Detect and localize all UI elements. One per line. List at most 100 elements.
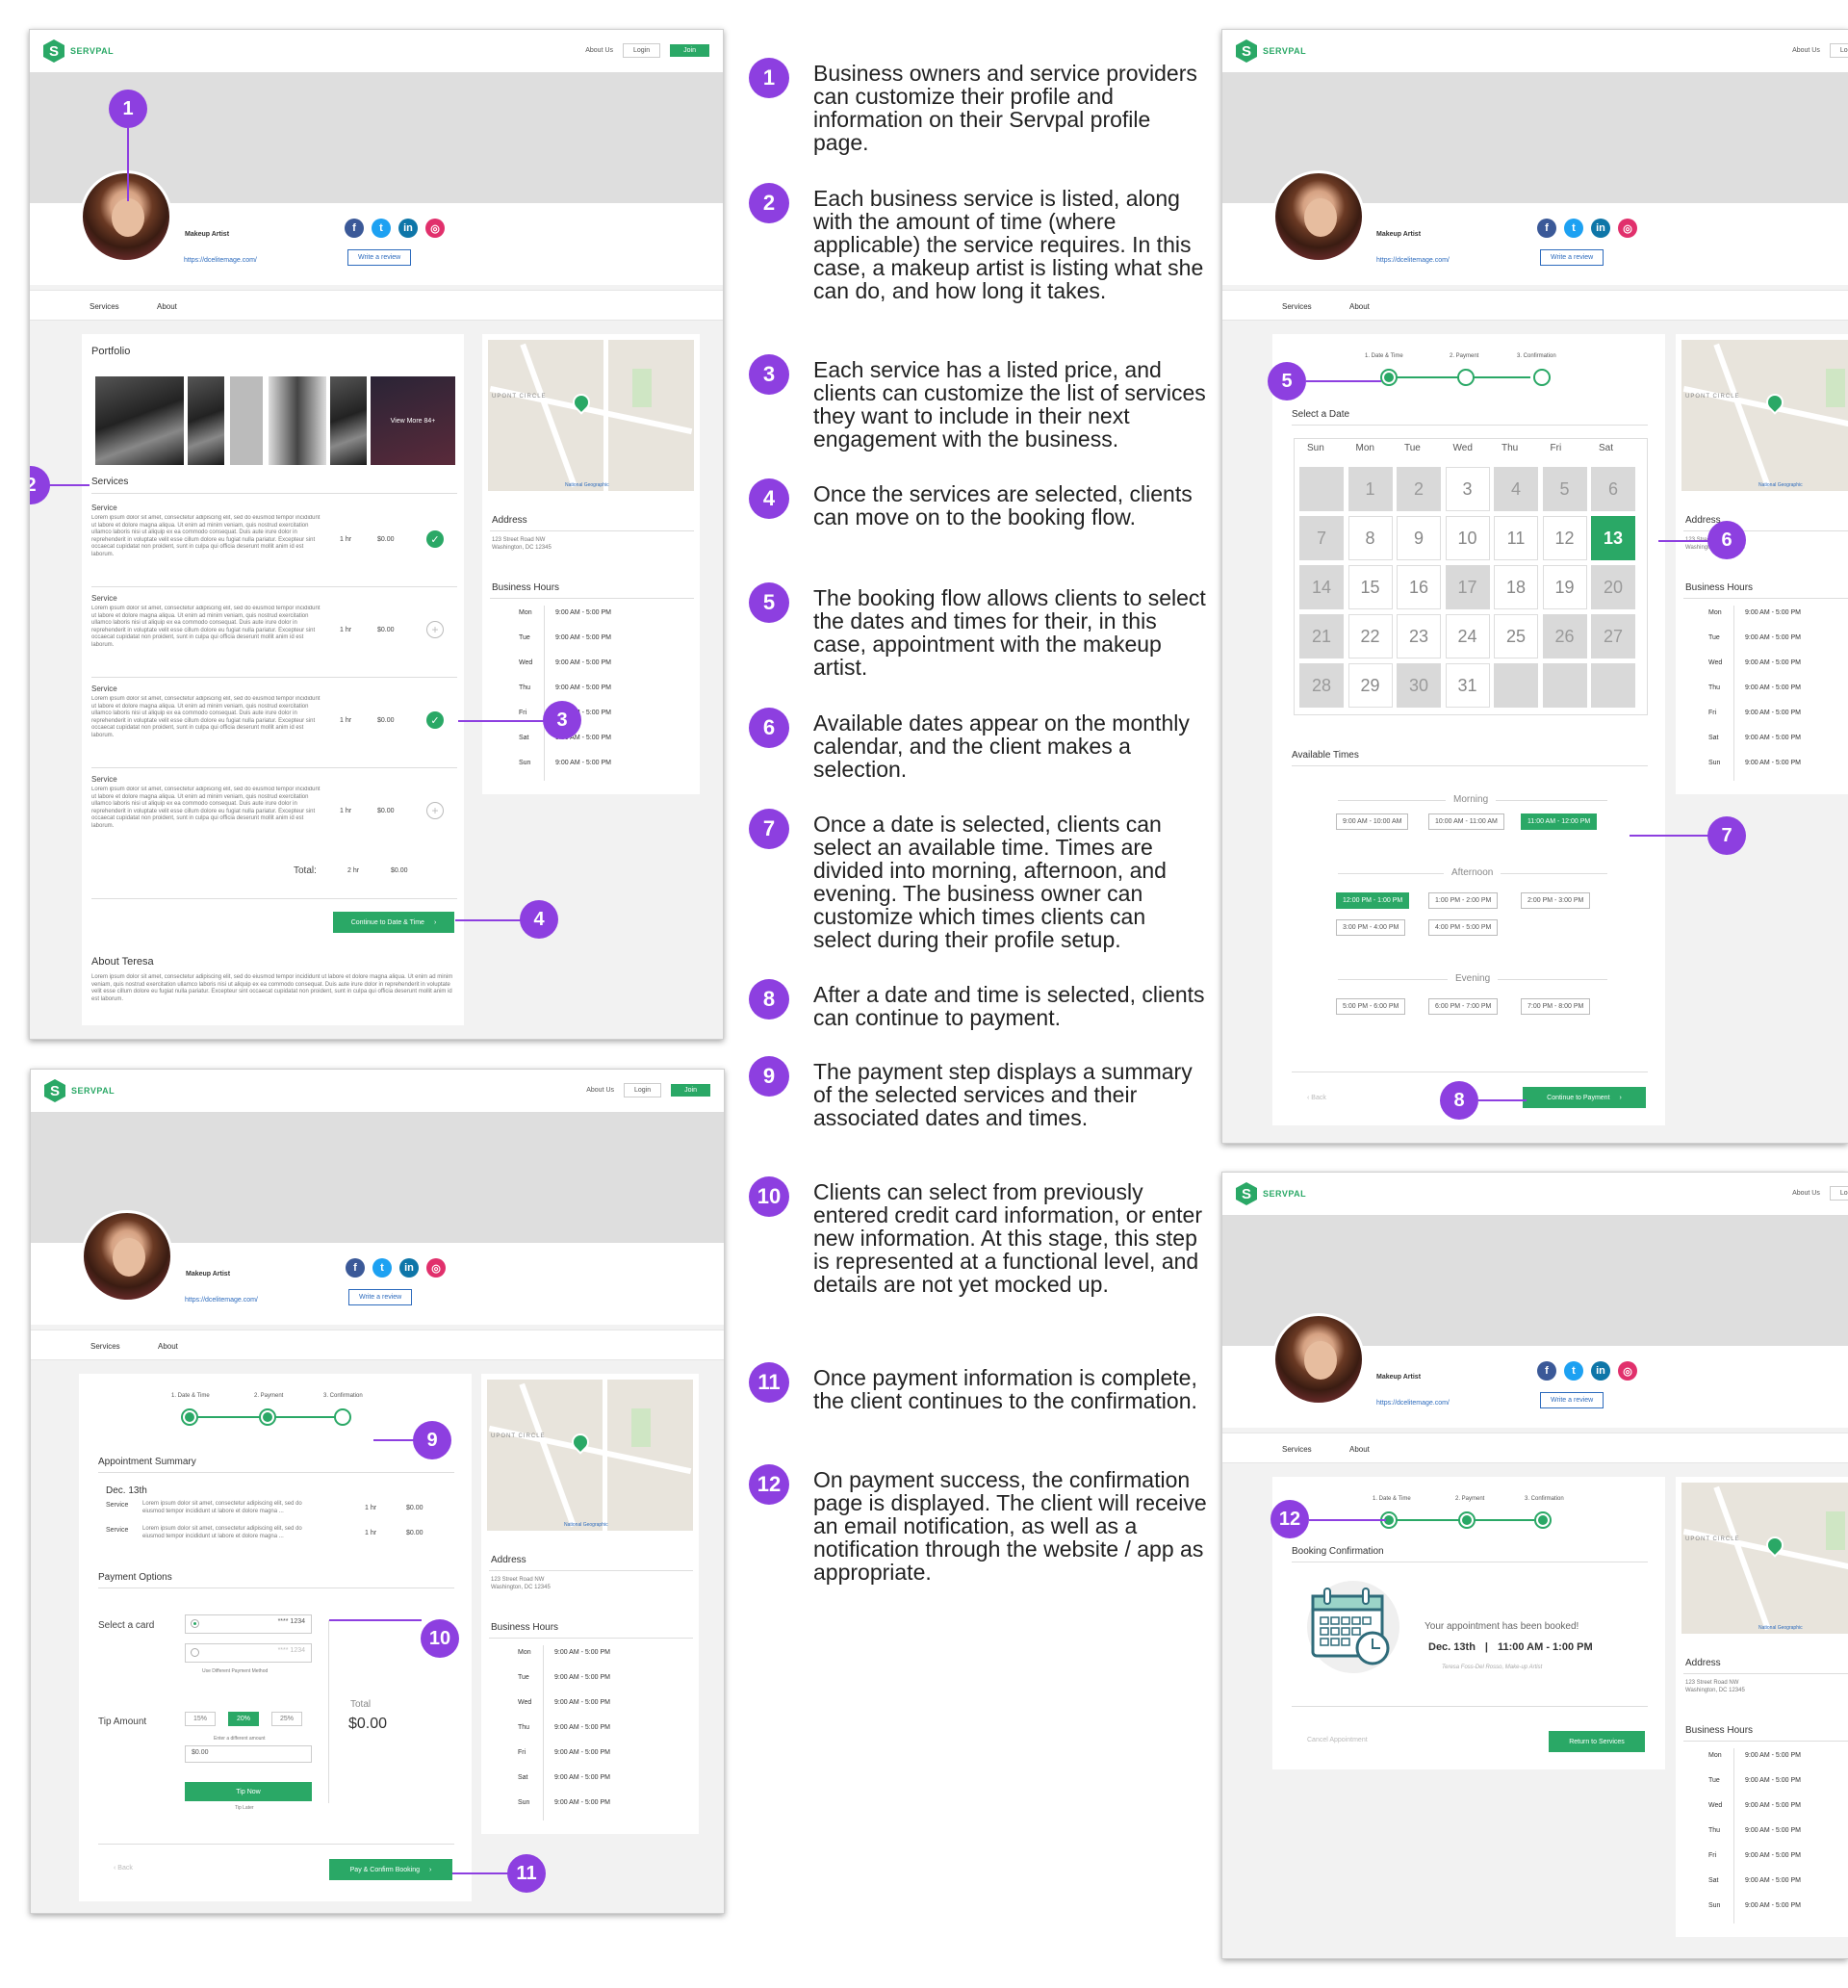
time-slot[interactable]: 7:00 PM - 8:00 PM xyxy=(1521,998,1591,1015)
portfolio-image[interactable] xyxy=(230,376,263,465)
card-option-2[interactable]: **** 1234 xyxy=(185,1643,312,1663)
calendar-day[interactable]: 3 xyxy=(1445,467,1490,511)
join-button[interactable]: Join xyxy=(671,1084,710,1097)
calendar-day[interactable]: 12 xyxy=(1542,516,1587,560)
servpal-logo[interactable]: S SERVPAL xyxy=(44,1079,115,1102)
tab-services[interactable]: Services xyxy=(1282,1445,1312,1454)
different-method-link[interactable]: Use Different Payment Method xyxy=(202,1668,268,1676)
instagram-icon[interactable]: ◎ xyxy=(1618,1361,1637,1381)
back-button[interactable]: ‹ Back xyxy=(114,1865,133,1872)
calendar-day[interactable]: 24 xyxy=(1445,614,1490,658)
twitter-icon[interactable]: t xyxy=(372,1258,392,1278)
about-us-link[interactable]: About Us xyxy=(586,1087,614,1094)
twitter-icon[interactable]: t xyxy=(1564,1361,1583,1381)
portfolio-image[interactable] xyxy=(188,376,224,465)
portfolio-image[interactable] xyxy=(95,376,184,465)
about-us-link[interactable]: About Us xyxy=(1792,47,1820,54)
calendar-day[interactable]: 10 xyxy=(1445,516,1490,560)
facebook-icon[interactable]: f xyxy=(1537,219,1556,238)
facebook-icon[interactable]: f xyxy=(346,1258,365,1278)
location-map[interactable]: UPONT CIRCLE National Geographic xyxy=(488,340,694,491)
calendar-day[interactable]: 15 xyxy=(1348,565,1393,609)
time-slot[interactable]: 1:00 PM - 2:00 PM xyxy=(1428,892,1499,909)
linkedin-icon[interactable]: in xyxy=(1591,219,1610,238)
portfolio-image[interactable] xyxy=(330,376,367,465)
twitter-icon[interactable]: t xyxy=(372,219,391,238)
location-map[interactable]: UPONT CIRCLE National Geographic xyxy=(1681,340,1848,491)
calendar-day[interactable]: 9 xyxy=(1397,516,1441,560)
servpal-logo[interactable]: S SERVPAL xyxy=(43,39,114,63)
join-button[interactable]: Join xyxy=(670,44,709,57)
time-slot[interactable]: 5:00 PM - 6:00 PM xyxy=(1336,998,1406,1015)
calendar-day[interactable]: 16 xyxy=(1397,565,1441,609)
login-button[interactable]: Login xyxy=(1829,1186,1848,1201)
back-button[interactable]: ‹ Back xyxy=(1307,1095,1326,1101)
tab-about[interactable]: About xyxy=(1349,1445,1370,1454)
card-option-1[interactable]: **** 1234 xyxy=(185,1614,312,1634)
tab-services[interactable]: Services xyxy=(90,1342,120,1351)
calendar-day[interactable]: 31 xyxy=(1445,663,1490,708)
time-slot[interactable]: 3:00 PM - 4:00 PM xyxy=(1336,919,1406,936)
add-icon[interactable]: + xyxy=(426,621,444,638)
continue-to-date-time-button[interactable]: Continue to Date & Time › xyxy=(333,912,454,933)
about-us-link[interactable]: About Us xyxy=(585,47,613,54)
write-review-button[interactable]: Write a review xyxy=(1540,1392,1604,1408)
facebook-icon[interactable]: f xyxy=(1537,1361,1556,1381)
pay-confirm-button[interactable]: Pay & Confirm Booking › xyxy=(329,1859,452,1880)
location-map[interactable]: UPONT CIRCLE National Geographic xyxy=(1681,1483,1848,1634)
calendar-day[interactable]: 13 xyxy=(1591,516,1635,560)
servpal-logo[interactable]: S SERVPAL xyxy=(1236,39,1306,63)
card-2-radio[interactable] xyxy=(191,1648,199,1657)
calendar-day[interactable]: 11 xyxy=(1494,516,1538,560)
check-icon[interactable]: ✓ xyxy=(426,711,444,729)
website-link[interactable]: https://dcelitemage.com/ xyxy=(1376,1400,1450,1407)
time-slot[interactable]: 9:00 AM - 10:00 AM xyxy=(1336,813,1409,830)
location-map[interactable]: UPONT CIRCLE National Geographic xyxy=(487,1380,693,1531)
time-slot[interactable]: 10:00 AM - 11:00 AM xyxy=(1428,813,1504,830)
calendar-day[interactable]: 19 xyxy=(1542,565,1587,609)
check-icon[interactable]: ✓ xyxy=(426,530,444,548)
calendar-day[interactable]: 29 xyxy=(1348,663,1393,708)
time-slot[interactable]: 2:00 PM - 3:00 PM xyxy=(1521,892,1591,909)
login-button[interactable]: Login xyxy=(1829,43,1848,58)
tip-later-link[interactable]: Tip Later xyxy=(235,1805,254,1813)
time-slot[interactable]: 12:00 PM - 1:00 PM xyxy=(1336,892,1410,909)
linkedin-icon[interactable]: in xyxy=(399,1258,419,1278)
website-link[interactable]: https://dcelitemage.com/ xyxy=(1376,257,1450,264)
tab-about[interactable]: About xyxy=(158,1342,178,1351)
linkedin-icon[interactable]: in xyxy=(1591,1361,1610,1381)
login-button[interactable]: Login xyxy=(623,43,661,58)
tip-20-button[interactable]: 20% xyxy=(228,1712,260,1726)
tip-15-button[interactable]: 15% xyxy=(185,1712,217,1726)
tip-amount-input[interactable]: $0.00 xyxy=(185,1745,312,1763)
time-slot[interactable]: 11:00 AM - 12:00 PM xyxy=(1521,813,1598,830)
tip-25-button[interactable]: 25% xyxy=(271,1712,303,1726)
servpal-logo[interactable]: S SERVPAL xyxy=(1236,1182,1306,1205)
calendar-day[interactable]: 25 xyxy=(1494,614,1538,658)
write-review-button[interactable]: Write a review xyxy=(1540,249,1604,266)
tab-services[interactable]: Services xyxy=(90,302,119,311)
calendar-day[interactable]: 8 xyxy=(1348,516,1393,560)
write-review-button[interactable]: Write a review xyxy=(347,249,412,266)
linkedin-icon[interactable]: in xyxy=(398,219,418,238)
instagram-icon[interactable]: ◎ xyxy=(1618,219,1637,238)
view-more-button[interactable]: View More 84+ xyxy=(371,376,455,465)
instagram-icon[interactable]: ◎ xyxy=(426,1258,446,1278)
continue-to-payment-button[interactable]: Continue to Payment › xyxy=(1523,1087,1646,1108)
calendar-day[interactable]: 23 xyxy=(1397,614,1441,658)
write-review-button[interactable]: Write a review xyxy=(348,1289,413,1305)
add-icon[interactable]: + xyxy=(426,802,444,819)
website-link[interactable]: https://dcelitemage.com/ xyxy=(185,1297,258,1304)
portfolio-image[interactable] xyxy=(269,376,326,465)
card-1-radio[interactable] xyxy=(191,1619,199,1628)
tab-services[interactable]: Services xyxy=(1282,302,1312,311)
cancel-appointment-link[interactable]: Cancel Appointment xyxy=(1307,1737,1368,1743)
website-link[interactable]: https://dcelitemage.com/ xyxy=(184,257,257,264)
instagram-icon[interactable]: ◎ xyxy=(425,219,445,238)
tab-about[interactable]: About xyxy=(157,302,177,311)
about-us-link[interactable]: About Us xyxy=(1792,1190,1820,1197)
return-to-services-button[interactable]: Return to Services xyxy=(1549,1731,1645,1752)
time-slot[interactable]: 6:00 PM - 7:00 PM xyxy=(1428,998,1499,1015)
tab-about[interactable]: About xyxy=(1349,302,1370,311)
twitter-icon[interactable]: t xyxy=(1564,219,1583,238)
